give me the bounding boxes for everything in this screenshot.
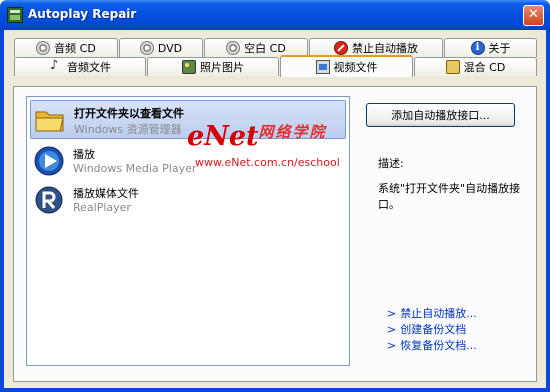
media-player-icon bbox=[34, 146, 64, 176]
description-label: 描述: bbox=[378, 157, 404, 170]
tab-label: 混合 CD bbox=[463, 61, 506, 74]
create-backup-link[interactable]: > 创建备份文档 bbox=[387, 321, 466, 337]
cd-icon bbox=[36, 41, 51, 55]
tab-panel: 打开文件夹以查看文件 Windows 资源管理器 播放 Windows Medi… bbox=[13, 86, 537, 382]
tab-label: 音频 CD bbox=[54, 42, 96, 55]
video-icon bbox=[315, 60, 330, 74]
tab-dvd[interactable]: DVD bbox=[119, 38, 203, 57]
tab-label: 照片图片 bbox=[200, 61, 244, 74]
tab-about[interactable]: i 关于 bbox=[444, 38, 537, 57]
enet-watermark-url: www.eNet.com.cn/eschool bbox=[195, 156, 340, 169]
item-title: 播放 bbox=[73, 148, 95, 161]
tab-audio-files[interactable]: 音频文件 bbox=[14, 57, 146, 76]
tab-label: 关于 bbox=[488, 42, 511, 55]
chevron-right-icon: > bbox=[387, 323, 397, 336]
item-title: 打开文件夹以查看文件 bbox=[74, 107, 184, 120]
disable-autoplay-link[interactable]: > 禁止自动播放... bbox=[387, 305, 477, 321]
window-title: Autoplay Repair bbox=[28, 7, 137, 21]
item-subtitle: Windows 资源管理器 bbox=[74, 123, 182, 136]
item-title: 播放媒体文件 bbox=[73, 187, 139, 200]
tab-label: 音频文件 bbox=[67, 61, 111, 74]
tab-label: 视频文件 bbox=[333, 61, 378, 74]
tab-audio-cd[interactable]: 音频 CD bbox=[14, 38, 118, 57]
handler-list[interactable]: 打开文件夹以查看文件 Windows 资源管理器 播放 Windows Medi… bbox=[26, 96, 350, 366]
title-bar[interactable]: Autoplay Repair ✕ bbox=[0, 0, 550, 30]
tab-label: 禁止自动播放 bbox=[352, 42, 418, 55]
info-icon: i bbox=[470, 41, 485, 55]
list-item-realplayer[interactable]: 播放媒体文件 RealPlayer bbox=[30, 181, 346, 220]
restore-backup-link[interactable]: > 恢复备份文档... bbox=[387, 337, 477, 353]
stop-icon bbox=[334, 41, 348, 55]
description-text: 系统"打开文件夹"自动播放接口。 bbox=[378, 182, 521, 211]
enet-watermark-logo: eNet网络学院 bbox=[187, 121, 327, 152]
photo-icon bbox=[182, 60, 196, 74]
tab-video-files[interactable]: 视频文件 bbox=[280, 55, 413, 77]
dvd-icon bbox=[139, 41, 154, 55]
app-window: Autoplay Repair ✕ 音频 CD DVD 空白 CD 禁止自动播放… bbox=[0, 0, 550, 392]
music-note-icon bbox=[49, 58, 63, 74]
tab-mixed-cd[interactable]: 混合 CD bbox=[414, 57, 537, 76]
close-button[interactable]: ✕ bbox=[523, 5, 544, 26]
tab-label: DVD bbox=[157, 41, 183, 55]
chevron-right-icon: > bbox=[387, 339, 397, 352]
item-subtitle: Windows Media Player bbox=[73, 162, 197, 175]
tab-label: 空白 CD bbox=[244, 42, 286, 55]
app-icon bbox=[7, 7, 23, 23]
item-subtitle: RealPlayer bbox=[73, 201, 131, 214]
realplayer-icon bbox=[35, 186, 63, 214]
folder-icon bbox=[35, 111, 64, 132]
blank-cd-icon bbox=[226, 41, 241, 55]
client-area: 音频 CD DVD 空白 CD 禁止自动播放 i 关于 音频文件 照片图片 bbox=[4, 30, 546, 388]
chevron-right-icon: > bbox=[387, 307, 397, 320]
add-autoplay-handler-button[interactable]: 添加自动播放接口... bbox=[366, 103, 515, 127]
tab-photos[interactable]: 照片图片 bbox=[147, 57, 279, 76]
mixed-cd-icon bbox=[445, 60, 460, 74]
